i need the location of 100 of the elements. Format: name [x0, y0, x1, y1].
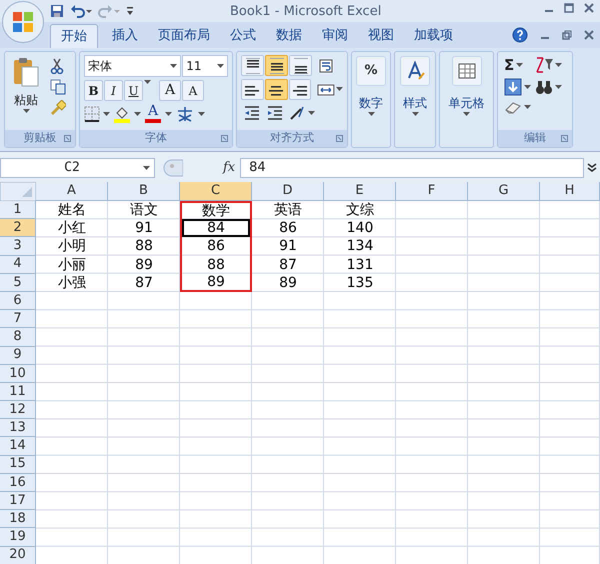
- row-header[interactable]: 12: [0, 401, 36, 420]
- horizontal-align-button[interactable]: [288, 79, 312, 100]
- row-header[interactable]: 17: [0, 492, 36, 510]
- ribbon-tab[interactable]: 视图: [358, 24, 404, 48]
- table-cell[interactable]: 数学: [180, 201, 252, 220]
- eraser-icon[interactable]: [504, 100, 522, 114]
- table-cell[interactable]: 小明: [36, 237, 108, 256]
- ribbon-button[interactable]: 单元格: [448, 56, 484, 147]
- table-cell[interactable]: 89: [108, 256, 180, 274]
- merge-cells-icon[interactable]: [317, 82, 336, 98]
- caret-icon[interactable]: [198, 112, 205, 116]
- table-cell[interactable]: 姓名: [36, 201, 108, 220]
- row-header[interactable]: 8: [0, 328, 36, 346]
- row-header[interactable]: 11: [0, 382, 36, 402]
- table-cell[interactable]: 88: [180, 256, 252, 274]
- horizontal-align-button[interactable]: [241, 79, 264, 100]
- caret-icon[interactable]: [22, 109, 30, 114]
- row-header[interactable]: 14: [0, 437, 36, 456]
- row-header[interactable]: 15: [0, 456, 36, 474]
- caret-icon[interactable]: [524, 84, 531, 90]
- row-header[interactable]: 2: [0, 219, 36, 238]
- column-header[interactable]: E: [324, 182, 396, 201]
- save-icon[interactable]: [50, 4, 64, 18]
- maximize-icon[interactable]: [564, 3, 574, 13]
- caret-icon[interactable]: [308, 110, 315, 116]
- expand-icon[interactable]: [586, 162, 598, 174]
- row-header[interactable]: 10: [0, 364, 36, 383]
- row-header[interactable]: 19: [0, 528, 36, 547]
- row-header[interactable]: 7: [0, 310, 36, 328]
- table-cell[interactable]: 语文: [108, 201, 180, 220]
- ribbon-button[interactable]: % 数字: [356, 56, 386, 147]
- table-cell[interactable]: 131: [324, 256, 396, 274]
- ribbon-tab[interactable]: 加载项: [404, 24, 463, 48]
- column-header[interactable]: D: [252, 182, 324, 201]
- borders-icon[interactable]: [84, 106, 100, 122]
- ribbon-tab[interactable]: 数据: [266, 24, 312, 48]
- help-icon[interactable]: [512, 27, 528, 43]
- table-cell[interactable]: 89: [252, 274, 324, 292]
- font-name-field[interactable]: 宋体: [84, 55, 182, 77]
- customize-toolbar-icon[interactable]: [126, 6, 134, 16]
- caret-icon[interactable]: [217, 64, 224, 68]
- vertical-align-button[interactable]: [265, 55, 288, 76]
- insert-function-button[interactable]: fx: [223, 158, 236, 178]
- restore-icon[interactable]: [562, 30, 572, 40]
- caret-icon[interactable]: [170, 64, 178, 68]
- row-header[interactable]: 18: [0, 510, 36, 528]
- table-cell[interactable]: 91: [108, 219, 180, 238]
- caret-icon[interactable]: [144, 80, 151, 85]
- vertical-align-button[interactable]: [289, 55, 312, 76]
- format-painter-icon[interactable]: [50, 100, 66, 116]
- row-header[interactable]: 1: [0, 201, 36, 220]
- caret-icon[interactable]: [368, 112, 374, 117]
- table-cell[interactable]: 88: [108, 237, 180, 256]
- column-header[interactable]: B: [108, 182, 180, 201]
- table-cell[interactable]: 86: [252, 219, 324, 238]
- caret-icon[interactable]: [516, 62, 524, 68]
- dialog-launcher-icon[interactable]: [221, 135, 228, 142]
- fill-color-icon[interactable]: [113, 105, 131, 123]
- fill-down-icon[interactable]: [504, 78, 522, 96]
- column-header[interactable]: C: [180, 182, 252, 201]
- office-button[interactable]: [2, 1, 44, 43]
- ribbon-tab[interactable]: 审阅: [312, 24, 358, 48]
- row-header[interactable]: 6: [0, 292, 36, 310]
- sort-filter-icon[interactable]: [535, 56, 553, 74]
- table-cell[interactable]: 小强: [36, 274, 108, 292]
- table-cell[interactable]: 84: [180, 219, 252, 238]
- dialog-launcher-icon[interactable]: [561, 135, 568, 142]
- table-cell[interactable]: 文综: [324, 201, 396, 220]
- horizontal-align-button[interactable]: [264, 79, 288, 100]
- name-box[interactable]: C2: [0, 158, 155, 178]
- caret-icon[interactable]: [524, 104, 531, 110]
- row-header[interactable]: 13: [0, 419, 36, 438]
- row-header[interactable]: 4: [0, 256, 36, 274]
- table-cell[interactable]: 小红: [36, 219, 108, 238]
- bold-button[interactable]: B: [84, 80, 103, 101]
- caret-icon[interactable]: [165, 112, 172, 116]
- dialog-launcher-icon[interactable]: [336, 135, 343, 142]
- caret-icon[interactable]: [463, 112, 470, 117]
- table-cell[interactable]: 135: [324, 274, 396, 292]
- table-cell[interactable]: 86: [180, 237, 252, 256]
- paste-button[interactable]: 粘贴: [8, 55, 44, 130]
- ribbon-button[interactable]: 样式: [400, 56, 430, 147]
- close-icon[interactable]: [584, 3, 594, 13]
- row-header[interactable]: 5: [0, 274, 36, 292]
- table-cell[interactable]: 134: [324, 237, 396, 256]
- undo-icon[interactable]: [70, 4, 92, 18]
- row-header[interactable]: 20: [0, 546, 36, 564]
- table-cell[interactable]: 英语: [252, 201, 324, 220]
- caret-icon[interactable]: [103, 112, 110, 116]
- shrink-font-button[interactable]: A: [182, 80, 204, 101]
- scissors-icon[interactable]: [50, 58, 64, 74]
- column-header[interactable]: H: [540, 182, 600, 201]
- caret-icon[interactable]: [134, 112, 141, 116]
- caret-icon[interactable]: [412, 112, 418, 117]
- column-header[interactable]: G: [468, 182, 540, 201]
- close-icon[interactable]: [584, 30, 594, 40]
- underline-button[interactable]: U: [124, 80, 143, 101]
- autosum-button[interactable]: Σ: [504, 56, 514, 74]
- ribbon-tab[interactable]: 开始: [50, 24, 98, 48]
- splitter-handle-icon[interactable]: [161, 159, 183, 177]
